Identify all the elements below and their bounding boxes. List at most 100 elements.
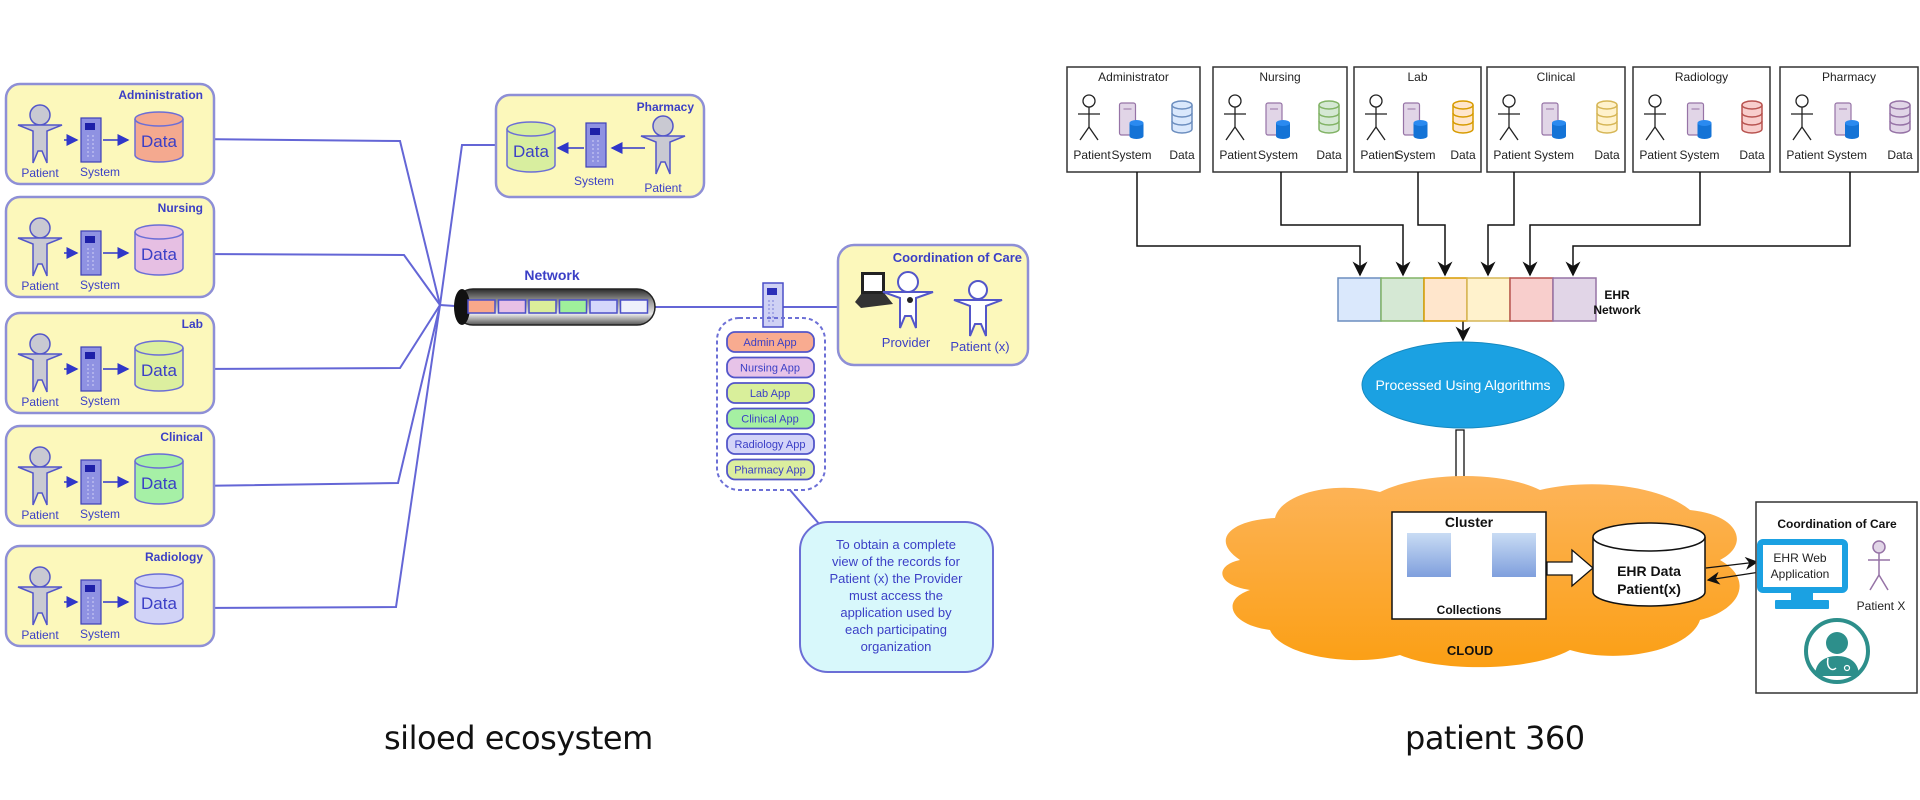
cluster-title: Cluster <box>1445 514 1494 530</box>
data-label: Data <box>141 361 177 380</box>
siloed-departments: Administration Patient System Data Nursing Pa… <box>4 82 216 648</box>
note-line: view of the records for <box>832 554 961 569</box>
system-label: System <box>1827 148 1867 162</box>
provider-label: Provider <box>882 335 931 350</box>
server-icon <box>762 282 784 328</box>
data-cylinder-icon: Data <box>134 573 184 625</box>
siloed-coordination-box: Coordination of Care Provider Patient (x… <box>836 243 1030 367</box>
diagram-canvas: AdministrationPatient SystemDataNursingPa… <box>4 66 1919 694</box>
data-label: Data <box>141 132 177 151</box>
server-icon <box>585 122 607 168</box>
p360-department-box: Administrator Patient System Data <box>1066 66 1201 173</box>
coordination-title: Coordination of Care <box>893 250 1022 265</box>
collection-square <box>1492 533 1536 577</box>
patient-label: Patient <box>1493 148 1531 162</box>
ehr-data-label-1: EHR Data <box>1617 563 1681 579</box>
p360-department-box: Nursing Patient System Data <box>1212 66 1348 173</box>
network-segment <box>528 299 557 314</box>
data-label: Data <box>1169 148 1195 162</box>
patient-label: Patient <box>1639 148 1677 162</box>
cloud-label: CLOUD <box>1447 643 1493 658</box>
p360-patient-x-label: Patient X <box>1857 599 1906 613</box>
patient-label: Patient <box>644 181 682 195</box>
network-segment <box>467 299 496 314</box>
patient-label: Patient <box>21 628 59 642</box>
app-label: Lab App <box>750 388 790 400</box>
pharmacy-title: Pharmacy <box>637 100 695 114</box>
p360-department-box: Clinical Patient System Data <box>1486 66 1626 173</box>
ehr-data-cylinder: EHR Data Patient(x) <box>1592 522 1706 607</box>
ehr-network-segment <box>1552 277 1597 322</box>
data-stack-icon <box>1171 100 1193 134</box>
department-title: Administration <box>118 88 203 102</box>
data-label: Data <box>1316 148 1342 162</box>
note-line: To obtain a complete <box>836 537 956 552</box>
p360-department-title: Lab <box>1407 70 1427 84</box>
system-label: System <box>80 165 120 179</box>
p360-department-title: Pharmacy <box>1822 70 1876 84</box>
data-label: Data <box>1594 148 1620 162</box>
p360-department-box: Lab PatientSystem Data <box>1353 66 1482 173</box>
department-title: Radiology <box>145 550 203 564</box>
ehr-network-segment <box>1509 277 1554 322</box>
cluster-box: Cluster Collections <box>1391 511 1547 620</box>
data-label: Data <box>1739 148 1765 162</box>
network-label: Network <box>524 267 579 283</box>
doctor-icon <box>1804 618 1870 684</box>
note-line: must access the <box>849 588 943 603</box>
server-icon <box>80 579 102 625</box>
collection-square <box>1407 533 1451 577</box>
p360-coordination-box: Coordination of Care EHR Web Application… <box>1755 501 1918 694</box>
patient-label: Patient <box>1073 148 1111 162</box>
patient-label: Patient <box>21 508 59 522</box>
department-box: Administration Patient System Data <box>4 82 216 186</box>
cluster-footer: Collections <box>1437 603 1502 617</box>
data-stack-icon <box>1741 100 1763 134</box>
patient-label: Patient <box>21 166 59 180</box>
note-line: each participating <box>845 622 947 637</box>
network-tube: Network <box>454 267 656 326</box>
system-label: System <box>80 278 120 292</box>
server-icon <box>80 117 102 163</box>
system-label: System <box>1111 148 1151 162</box>
server-icon <box>80 346 102 392</box>
data-cylinder-icon: Data <box>134 111 184 163</box>
note-line: organization <box>861 639 932 654</box>
p360-department-box: Pharmacy Patient System Data <box>1779 66 1919 173</box>
data-cylinder-icon: Data <box>134 453 184 505</box>
app-label: Radiology App <box>735 439 806 451</box>
note-bubble: To obtain a complete view of the records … <box>799 521 994 673</box>
app-label: Admin App <box>743 337 796 349</box>
department-box: Lab Patient System Data <box>4 311 216 415</box>
data-stack-icon <box>1452 100 1474 134</box>
ehr-network-segment <box>1423 277 1468 322</box>
app-label: Pharmacy App <box>734 465 806 477</box>
department-box: Clinical Patient System Data <box>4 424 216 528</box>
p360-department-title: Clinical <box>1537 70 1576 84</box>
app-server-group: Admin App Nursing App Lab App Clinical App R… <box>716 282 826 491</box>
ehr-network <box>1337 277 1597 322</box>
patient-label: Patient <box>21 279 59 293</box>
server-icon <box>80 230 102 276</box>
app-label: Clinical App <box>741 414 798 426</box>
data-label: Data <box>141 245 177 264</box>
data-label: Data <box>513 142 549 161</box>
patient-label: Patient <box>1786 148 1824 162</box>
system-label: System <box>574 174 614 188</box>
department-title: Lab <box>182 317 203 331</box>
system-label: System <box>80 627 120 641</box>
system-label: System <box>1258 148 1298 162</box>
data-label: Data <box>141 474 177 493</box>
patient-label: Patient <box>1219 148 1257 162</box>
network-segment <box>497 299 527 314</box>
p360-department-title: Administrator <box>1098 70 1169 84</box>
system-label: System <box>1534 148 1574 162</box>
ehr-network-segment <box>1466 277 1511 322</box>
data-stack-icon <box>1889 100 1911 134</box>
data-label: Data <box>141 594 177 613</box>
app-label: Nursing App <box>740 363 800 375</box>
p360-department-title: Nursing <box>1259 70 1300 84</box>
processing-label: Processed Using Algorithms <box>1375 377 1550 393</box>
data-stack-icon <box>1318 100 1340 134</box>
ehr-web-app-label-2: Application <box>1771 567 1830 581</box>
